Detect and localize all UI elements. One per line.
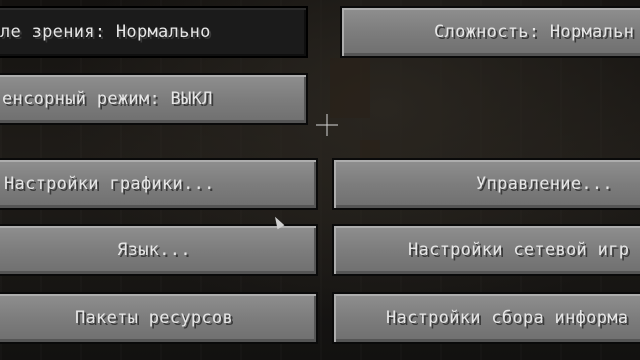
multiplayer-settings-button[interactable]: Настройки сетевой игр <box>332 224 640 276</box>
snooper-settings-label: Настройки сбора информа <box>386 308 629 328</box>
fov-effects-label: ле зрения: Нормально <box>0 22 211 42</box>
resource-packs-label: Пакеты ресурсов <box>74 308 234 328</box>
resource-packs-button[interactable]: Пакеты ресурсов <box>0 292 318 344</box>
difficulty-button[interactable]: Сложность: Нормальн <box>340 6 640 58</box>
crosshair-icon <box>316 114 338 136</box>
language-label: Язык... <box>117 240 191 260</box>
video-settings-button[interactable]: Настройки графики... <box>0 158 318 210</box>
fov-effects-button[interactable]: ле зрения: Нормально <box>0 6 308 58</box>
background-block <box>330 58 370 118</box>
touchscreen-mode-button[interactable]: енсорный режим: ВЫКЛ <box>0 73 308 125</box>
video-settings-label: Настройки графики... <box>4 174 215 194</box>
language-button[interactable]: Язык... <box>0 224 318 276</box>
multiplayer-settings-label: Настройки сетевой игр <box>408 240 630 260</box>
controls-button[interactable]: Управление... <box>332 158 640 210</box>
snooper-settings-button[interactable]: Настройки сбора информа <box>332 292 640 344</box>
difficulty-label: Сложность: Нормальн <box>434 22 635 42</box>
touchscreen-mode-label: енсорный режим: ВЫКЛ <box>2 89 213 109</box>
background-block <box>360 140 380 160</box>
controls-label: Управление... <box>476 174 613 194</box>
